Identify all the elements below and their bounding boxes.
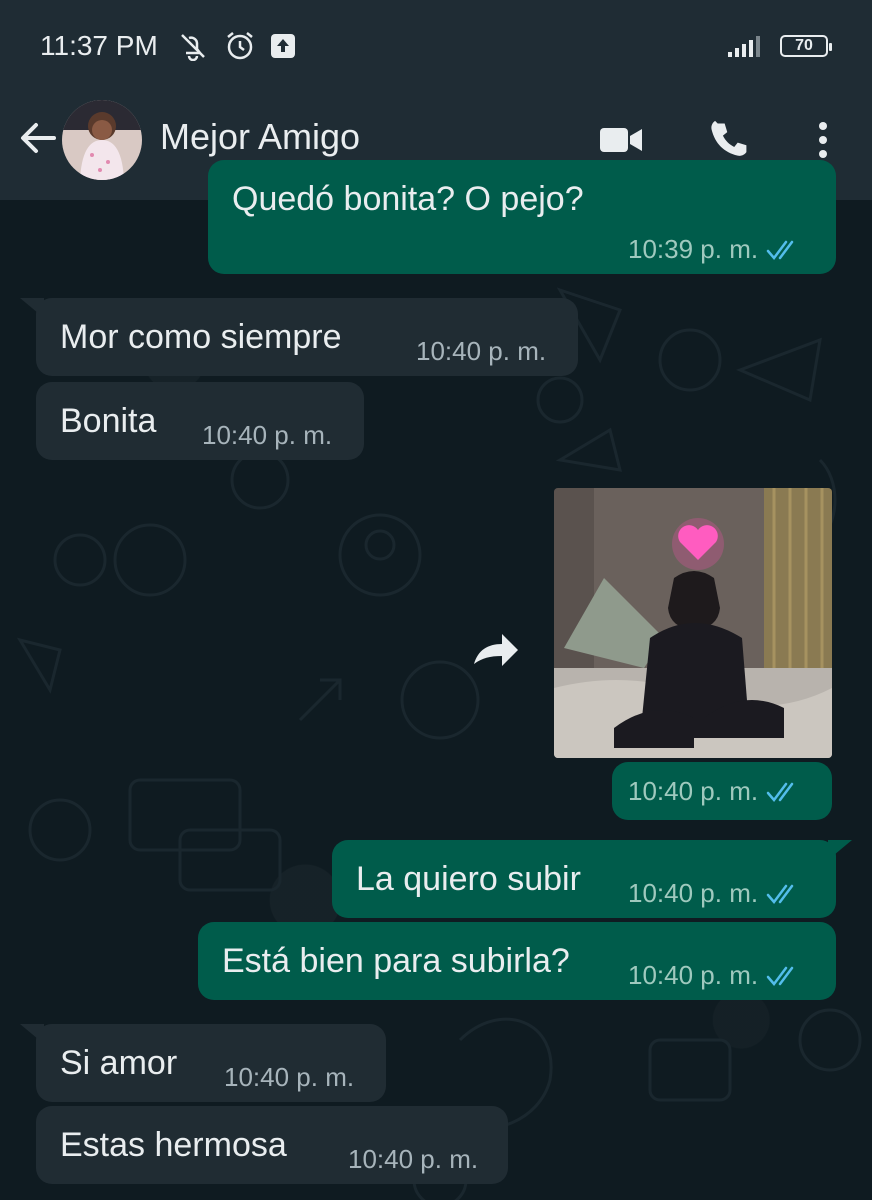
bubble-tail [20,1024,44,1044]
message-image[interactable] [554,488,832,758]
status-icons-right: 70 [726,34,832,58]
heart-sticker [672,518,724,570]
message-time: 10:40 p. m. [628,776,759,806]
message-time: 10:40 p. m. [628,960,759,990]
message-meta: 10:39 p. m. [628,234,802,265]
contact-name[interactable]: Mejor Amigo [160,116,360,158]
message-time: 10:40 p. m. [224,1062,355,1092]
status-bar: 11:37 PM 70 [0,0,872,92]
message-text: La quiero subir [356,860,581,898]
message-meta: 10:40 p. m. [628,960,802,991]
message-text: Estas hermosa [60,1126,287,1164]
status-time: 11:37 PM [40,30,158,61]
message-bubble-incoming[interactable]: Si amor 10:40 p. m. [36,1024,386,1102]
avatar[interactable] [62,100,142,180]
message-time: 10:40 p. m. [416,336,547,366]
message-bubble-incoming[interactable]: Estas hermosa 10:40 p. m. [36,1106,508,1184]
battery-level: 70 [795,37,813,54]
bubble-tail [20,298,44,318]
message-text: Si amor [60,1044,178,1082]
alarm-icon [227,32,253,60]
message-meta: 10:40 p. m. [628,776,802,807]
more-options-icon[interactable] [800,120,846,160]
video-call-icon[interactable] [598,120,644,160]
message-text: Quedó bonita? O pejo? [232,180,584,218]
status-icons-left [176,30,296,62]
back-arrow-icon[interactable] [16,116,60,160]
upload-icon [271,34,295,58]
message-bubble-outgoing[interactable]: 10:40 p. m. [612,762,832,820]
battery-icon: 70 [780,35,832,57]
read-ticks-icon [766,884,794,904]
message-bubble-outgoing[interactable]: Está bien para subirla? 10:40 p. m. [198,922,836,1000]
message-time: 10:40 p. m. [202,420,333,450]
message-bubble-outgoing[interactable]: Quedó bonita? O pejo? 10:39 p. m. [208,160,836,274]
message-text: Bonita [60,402,157,440]
message-bubble-incoming[interactable]: Mor como siempre 10:40 p. m. [36,298,578,376]
read-ticks-icon [766,966,794,986]
message-bubble-incoming[interactable]: Bonita 10:40 p. m. [36,382,364,460]
forward-icon [474,634,518,666]
read-ticks-icon [766,782,794,802]
message-text: Mor como siempre [60,318,342,356]
muted-bell-icon [181,34,205,61]
bubble-tail [828,840,852,860]
message-text: Está bien para subirla? [222,942,570,980]
message-bubble-outgoing[interactable]: La quiero subir 10:40 p. m. [332,840,836,918]
message-time: 10:40 p. m. [628,878,759,908]
message-meta: 10:40 p. m. [628,878,802,909]
avatar-photo [62,100,142,180]
message-time: 10:39 p. m. [628,234,759,264]
photo-child-heart [554,488,832,758]
signal-icon [728,36,760,57]
phone-icon[interactable] [706,120,752,160]
read-ticks-icon [766,240,794,260]
message-time: 10:40 p. m. [348,1144,479,1174]
forward-button[interactable] [466,620,526,680]
